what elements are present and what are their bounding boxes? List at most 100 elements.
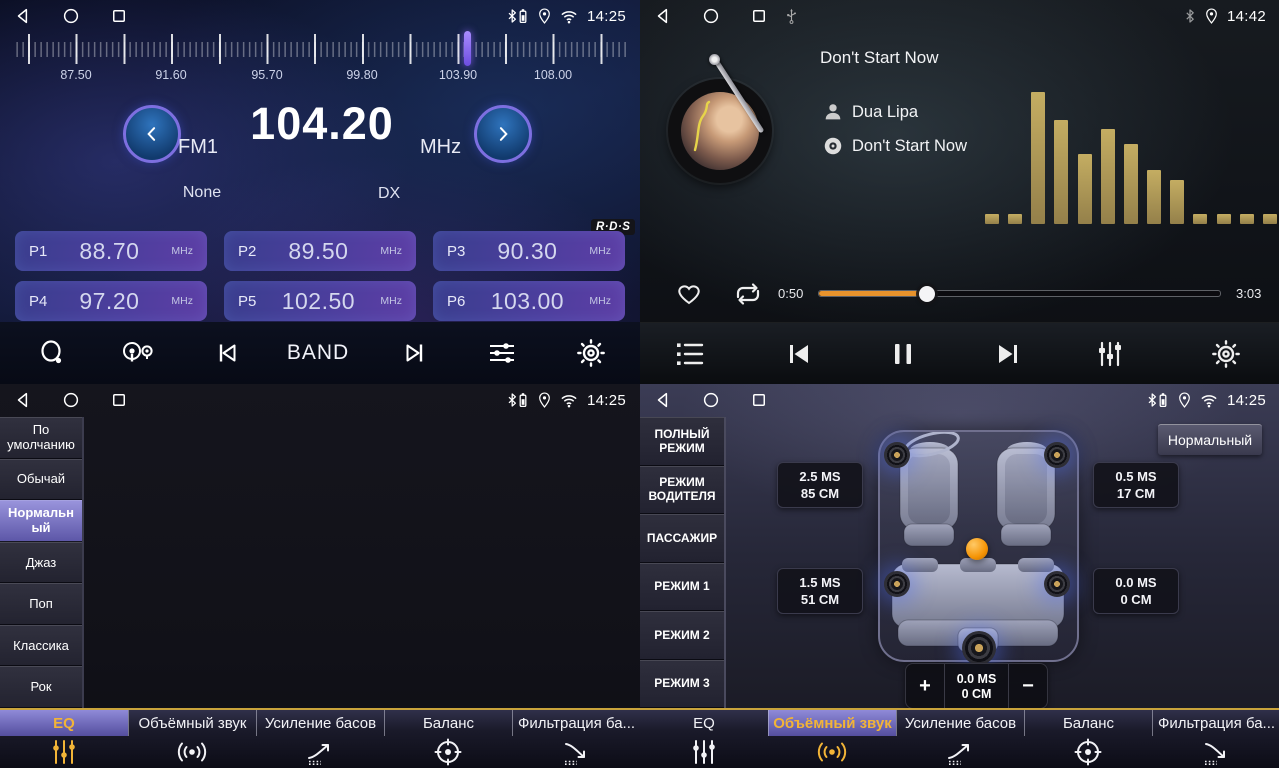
recents-icon[interactable] <box>110 391 128 409</box>
tab-eq[interactable]: EQ <box>640 710 768 768</box>
back-icon[interactable] <box>654 7 672 25</box>
progress-bar[interactable] <box>818 290 1221 297</box>
next-track-icon[interactable] <box>976 323 1040 384</box>
tuner-pointer[interactable] <box>464 31 471 66</box>
speaker-rear-left[interactable] <box>884 571 910 597</box>
spectrum-bar <box>1054 120 1068 224</box>
recents-icon[interactable] <box>110 7 128 25</box>
eq-preset-classic[interactable]: Классика <box>0 625 82 667</box>
sound-settings-icon[interactable] <box>470 322 534 384</box>
tuner-scale[interactable]: 87.50 91.60 95.70 99.80 103.90 108.00 <box>14 34 626 84</box>
preset-button-6[interactable]: P6 103.00 MHz <box>433 281 625 321</box>
pause-icon[interactable] <box>871 323 935 384</box>
settings-gear-icon[interactable] <box>559 322 623 384</box>
previous-track-icon[interactable] <box>767 323 831 384</box>
delay-rear-right[interactable]: 0.0 MS 0 CM <box>1093 568 1179 614</box>
eq-preset-normal[interactable]: Нормальный <box>0 500 82 542</box>
home-icon[interactable] <box>62 391 80 409</box>
spectrum-bar <box>1124 144 1138 224</box>
player-screen: 14:42 Don't Start Now Dua Lipa Don't Sta… <box>640 0 1279 384</box>
recents-icon[interactable] <box>750 391 768 409</box>
equalizer-icon[interactable] <box>1078 323 1142 384</box>
album-art <box>668 79 772 183</box>
home-icon[interactable] <box>702 391 720 409</box>
tune-down-button[interactable] <box>123 105 181 163</box>
back-icon[interactable] <box>14 7 32 25</box>
status-bar: 14:42 <box>640 0 1279 32</box>
subwoofer-delay-value: 0.0 MS 0 CM <box>944 664 1009 708</box>
spectrum-bar <box>1008 214 1022 224</box>
eq-preset-jazz[interactable]: Джаз <box>0 542 82 584</box>
tuner-ticks-minor <box>14 42 626 57</box>
decrease-button[interactable]: − <box>1009 664 1047 708</box>
speaker-front-right[interactable] <box>1044 442 1070 468</box>
subwoofer[interactable] <box>962 631 996 665</box>
next-station-icon[interactable] <box>382 322 446 384</box>
preset-frequency: 89.50 <box>256 238 380 265</box>
tuner-label: 95.70 <box>251 68 282 82</box>
eq-preset-list: По умолчанию Обычай Нормальный Джаз Поп … <box>0 417 84 708</box>
preset-button-1[interactable]: P1 88.70 MHz <box>15 231 207 271</box>
delay-rear-left[interactable]: 1.5 MS 51 CM <box>777 568 863 614</box>
tab-surround[interactable]: Объёмный звук <box>128 710 256 768</box>
delay-ms: 2.5 MS <box>799 469 840 484</box>
mode-1[interactable]: РЕЖИМ 1 <box>640 563 724 612</box>
tab-eq[interactable]: EQ <box>0 710 128 768</box>
player-toolbar <box>640 322 1279 384</box>
mode-driver[interactable]: РЕЖИМ ВОДИТЕЛЯ <box>640 466 724 515</box>
back-icon[interactable] <box>654 391 672 409</box>
recents-icon[interactable] <box>750 7 768 25</box>
band-button[interactable]: BAND <box>286 322 350 384</box>
speaker-rear-right[interactable] <box>1044 571 1070 597</box>
back-icon[interactable] <box>14 391 32 409</box>
position-mode-list: ПОЛНЫЙ РЕЖИМ РЕЖИМ ВОДИТЕЛЯ ПАССАЖИР РЕЖ… <box>640 417 726 708</box>
wifi-icon <box>560 393 578 408</box>
tab-filter[interactable]: Фильтрация ба... <box>512 710 640 768</box>
balance-icon <box>1024 736 1152 768</box>
delay-front-right[interactable]: 0.5 MS 17 CM <box>1093 462 1179 508</box>
position-preset-button[interactable]: Нормальный <box>1158 424 1262 455</box>
eq-preset-custom[interactable]: Обычай <box>0 459 82 501</box>
previous-station-icon[interactable] <box>196 322 260 384</box>
increase-button[interactable]: + <box>906 664 944 708</box>
location-icon <box>1178 392 1191 408</box>
home-icon[interactable] <box>62 7 80 25</box>
mode-full[interactable]: ПОЛНЫЙ РЕЖИМ <box>640 417 724 466</box>
playlist-icon[interactable] <box>658 323 722 384</box>
favorite-heart-icon[interactable] <box>674 279 704 307</box>
spectrum-bar <box>1217 214 1231 224</box>
dx-mode: DX <box>378 185 400 203</box>
listening-position-marker[interactable] <box>966 538 988 560</box>
repeat-icon[interactable] <box>732 280 764 308</box>
tuner-label: 99.80 <box>346 68 377 82</box>
preset-button-3[interactable]: P3 90.30 MHz <box>433 231 625 271</box>
tab-balance[interactable]: Баланс <box>384 710 512 768</box>
tab-balance[interactable]: Баланс <box>1024 710 1152 768</box>
broadcast-icon[interactable] <box>105 322 169 384</box>
tab-bass-boost[interactable]: Усиление басов <box>256 710 384 768</box>
spectrum-bar <box>1031 92 1045 224</box>
tab-surround[interactable]: Объёмный звук <box>768 710 896 768</box>
location-icon <box>538 392 551 408</box>
delay-front-left[interactable]: 2.5 MS 85 CM <box>777 462 863 508</box>
tuner-label: 108.00 <box>534 68 572 82</box>
mode-3[interactable]: РЕЖИМ 3 <box>640 660 724 709</box>
tab-filter[interactable]: Фильтрация ба... <box>1152 710 1279 768</box>
progress-thumb[interactable] <box>919 286 935 302</box>
tune-up-button[interactable] <box>474 105 532 163</box>
settings-gear-icon[interactable] <box>1194 323 1258 384</box>
eq-preset-rock[interactable]: Рок <box>0 666 82 708</box>
preset-button-2[interactable]: P2 89.50 MHz <box>224 231 416 271</box>
mode-passenger[interactable]: ПАССАЖИР <box>640 514 724 563</box>
eq-preset-pop[interactable]: Поп <box>0 583 82 625</box>
home-icon[interactable] <box>702 7 720 25</box>
tab-bass-boost[interactable]: Усиление басов <box>896 710 1024 768</box>
scan-search-icon[interactable] <box>21 322 85 384</box>
preset-button-5[interactable]: P5 102.50 MHz <box>224 281 416 321</box>
mode-2[interactable]: РЕЖИМ 2 <box>640 611 724 660</box>
speaker-front-left[interactable] <box>884 442 910 468</box>
spectrum-bar <box>1147 170 1161 224</box>
preset-button-4[interactable]: P4 97.20 MHz <box>15 281 207 321</box>
delay-cm: 0 CM <box>962 687 992 701</box>
eq-preset-default[interactable]: По умолчанию <box>0 417 82 459</box>
